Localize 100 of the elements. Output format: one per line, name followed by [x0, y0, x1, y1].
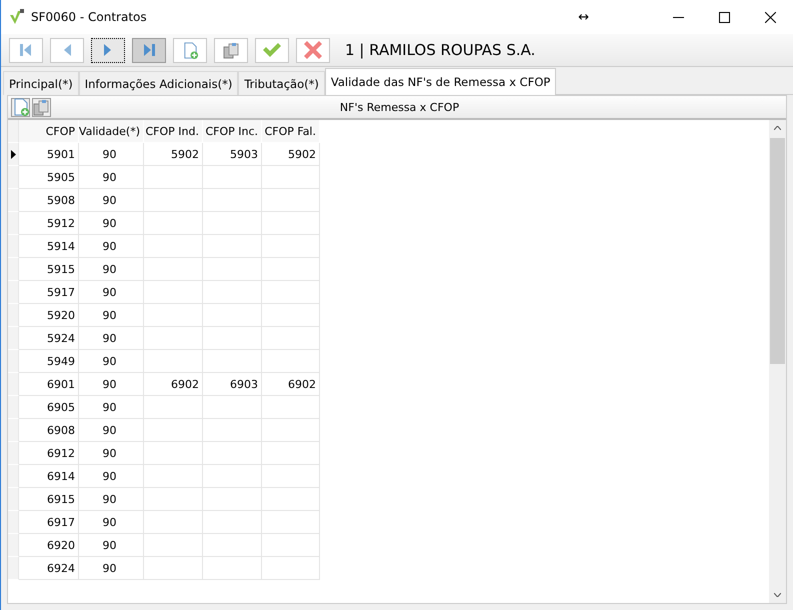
vertical-scrollbar[interactable] [769, 120, 786, 603]
table-cell: 90 [79, 327, 144, 350]
table-cell: 90 [79, 350, 144, 373]
table-cell: 90 [79, 304, 144, 327]
table-cell [144, 258, 203, 281]
table-cell [203, 465, 262, 488]
table-cell: 5915 [19, 258, 79, 281]
table-cell [262, 304, 320, 327]
table-cell [203, 189, 262, 212]
column-header[interactable]: Validade(*) [79, 120, 144, 143]
table-cell [203, 281, 262, 304]
table-cell [203, 304, 262, 327]
table-cell [203, 511, 262, 534]
table-cell: 90 [79, 281, 144, 304]
new-document-icon [12, 98, 28, 116]
window-title: SF0060 - Contratos [31, 10, 147, 24]
resize-cursor-glyph: ↔ [578, 10, 589, 24]
table-cell [262, 235, 320, 258]
table-cell: 90 [79, 258, 144, 281]
table-cell [144, 557, 203, 580]
table-cell: 6924 [19, 557, 79, 580]
table-cell [144, 189, 203, 212]
table-cell: 90 [79, 488, 144, 511]
table-cell: 5901 [19, 143, 79, 166]
table-cell [203, 235, 262, 258]
column-header[interactable]: CFOP [19, 120, 79, 143]
row-indicator[interactable] [8, 143, 19, 166]
table-cell [203, 327, 262, 350]
table-cell: 5920 [19, 304, 79, 327]
table-cell [262, 557, 320, 580]
panel-tool-button[interactable] [32, 98, 51, 116]
table-cell [203, 419, 262, 442]
table-cell: 5905 [19, 166, 79, 189]
table-cell: 5903 [203, 143, 262, 166]
table-cell [144, 212, 203, 235]
table-cell [144, 442, 203, 465]
table-cell: 6901 [19, 373, 79, 396]
table-cell [203, 442, 262, 465]
table-cell [203, 350, 262, 373]
table-cell: 6903 [203, 373, 262, 396]
table-cell: 90 [79, 189, 144, 212]
table-cell: 90 [79, 419, 144, 442]
checkmark-icon [262, 42, 282, 58]
table-cell: 6912 [19, 442, 79, 465]
table-cell [203, 557, 262, 580]
current-row-icon [10, 150, 16, 158]
panel-tool-button[interactable] [11, 98, 30, 116]
table-cell [262, 258, 320, 281]
tab[interactable]: Informações Adicionais(*) [78, 71, 238, 95]
table-cell [144, 511, 203, 534]
table-cell: 5902 [262, 143, 320, 166]
table-cell [262, 465, 320, 488]
copy-icon [222, 42, 240, 58]
table-cell [262, 396, 320, 419]
tab[interactable]: Validade das NF's de Remessa x CFOP [324, 68, 556, 95]
maximize-icon [718, 12, 730, 22]
column-header[interactable]: CFOP Ind. [144, 120, 203, 143]
table-cell [203, 488, 262, 511]
table-cell [144, 166, 203, 189]
table-cell: 6920 [19, 534, 79, 557]
table-cell [203, 166, 262, 189]
table-cell [262, 488, 320, 511]
record-title: 1 | RAMILOS ROUPAS S.A. [345, 41, 536, 59]
table-cell: 90 [79, 511, 144, 534]
toolbar-button[interactable] [91, 38, 125, 62]
table-cell: 90 [79, 465, 144, 488]
tab[interactable]: Tributação(*) [238, 71, 325, 95]
scroll-up-icon [774, 126, 781, 130]
table-cell: 5924 [19, 327, 79, 350]
table-cell: 90 [79, 442, 144, 465]
table-cell [262, 534, 320, 557]
table-cell [144, 327, 203, 350]
panel-title: NF's Remessa x CFOP [340, 100, 460, 114]
skip-first-icon [19, 43, 33, 57]
table-cell: 90 [79, 534, 144, 557]
table-cell [144, 235, 203, 258]
table-cell [262, 189, 320, 212]
table-cell: 5912 [19, 212, 79, 235]
table-cell: 6905 [19, 396, 79, 419]
scroll-thumb[interactable] [770, 138, 785, 364]
app-logo-icon [9, 9, 25, 25]
cross-icon [304, 41, 322, 59]
table-cell [144, 534, 203, 557]
table-cell [262, 350, 320, 373]
table-cell: 6908 [19, 419, 79, 442]
table-cell [203, 534, 262, 557]
table-cell: 6917 [19, 511, 79, 534]
table-cell [262, 212, 320, 235]
column-header[interactable]: CFOP Inc. [203, 120, 262, 143]
table-cell: 90 [79, 143, 144, 166]
table-cell [262, 511, 320, 534]
table-cell [144, 304, 203, 327]
table-cell [144, 396, 203, 419]
table-cell: 90 [79, 373, 144, 396]
copy-icon [33, 98, 50, 116]
tab[interactable]: Principal(*) [3, 71, 79, 95]
table-cell [262, 281, 320, 304]
column-header[interactable]: CFOP Fal. [262, 120, 320, 143]
triangle-left-icon [62, 43, 72, 57]
table-cell [144, 465, 203, 488]
